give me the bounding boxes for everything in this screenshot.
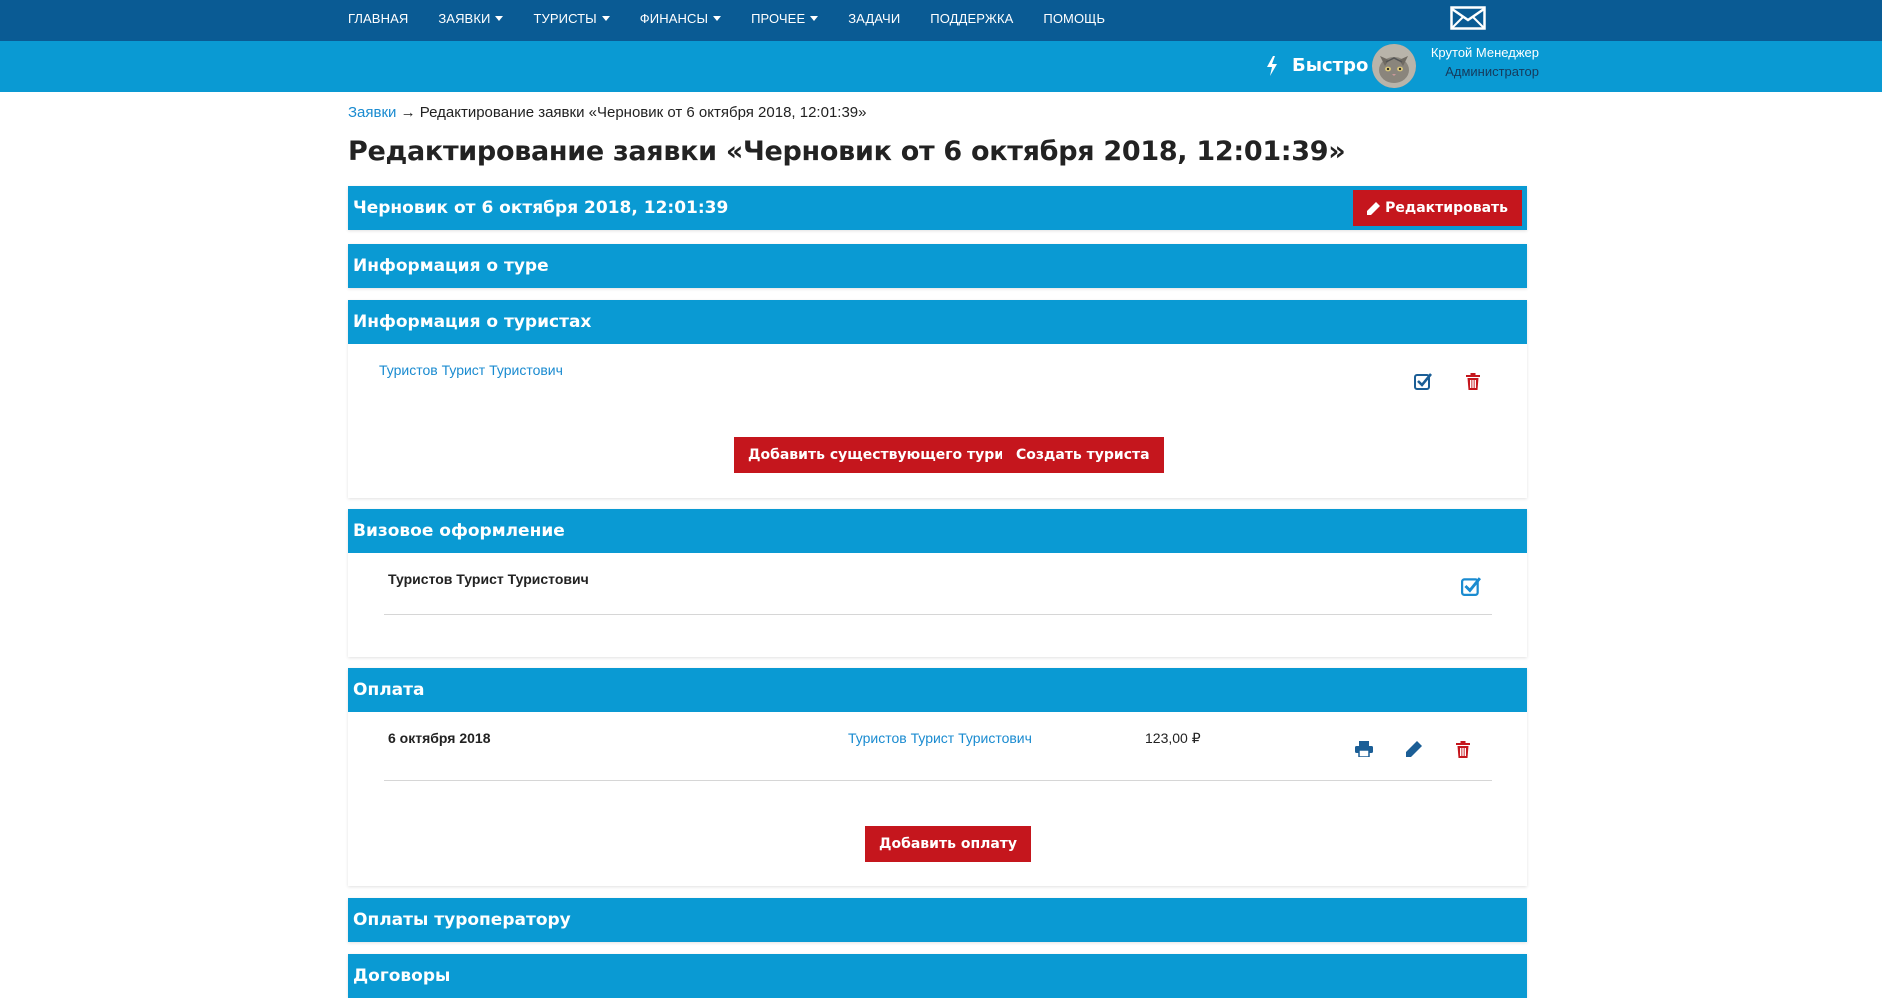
contracts-header[interactable]: Договоры [348, 954, 1527, 998]
avatar[interactable] [1372, 44, 1416, 88]
checkbox-edit-icon[interactable] [1412, 370, 1434, 392]
nav-item-label: Прочее [751, 10, 806, 26]
trash-icon[interactable] [1452, 738, 1474, 760]
nav-item-label: Заявки [438, 10, 491, 26]
user-name[interactable]: Крутой Менеджер [1431, 45, 1539, 60]
pencil-icon[interactable] [1403, 738, 1425, 760]
add-payment-button[interactable]: Добавить оплату [865, 826, 1032, 862]
payment-tourist-link[interactable]: Туристов Турист Туристович [848, 730, 1032, 746]
breadcrumb: Заявки → Редактирование заявки «Черновик… [348, 104, 866, 121]
nav-item-label: Задачи [848, 10, 901, 26]
nav-item-main[interactable]: Главная [348, 11, 408, 26]
trash-icon[interactable] [1462, 370, 1484, 392]
nav-item-label: Поддержка [930, 10, 1014, 26]
draft-panel-header: Черновик от 6 октября 2018, 12:01:39 Ред… [348, 186, 1527, 230]
top-navbar: Главная Заявки Туристы Финансы Прочее За… [0, 0, 1882, 41]
nav-item-requests[interactable]: Заявки [438, 10, 504, 26]
payment-date: 6 октября 2018 [388, 730, 491, 746]
operator-payments-title: Оплаты туроператору [353, 910, 571, 930]
draft-panel-title: Черновик от 6 октября 2018, 12:01:39 [353, 198, 729, 218]
tour-info-panel: Информация о туре [348, 244, 1527, 288]
operator-payments-header[interactable]: Оплаты туроператору [348, 898, 1527, 942]
quick-label: Быстро [1292, 55, 1369, 76]
operator-payments-panel: Оплаты туроператору [348, 898, 1527, 942]
payment-panel: Оплата 6 октября 2018 Туристов Турист Ту… [348, 668, 1527, 886]
create-tourist-button[interactable]: Создать туриста [1002, 437, 1164, 473]
pencil-icon [1367, 201, 1381, 215]
print-icon[interactable] [1353, 738, 1375, 760]
add-existing-tourist-button[interactable]: Добавить существующего туриста [734, 437, 1044, 473]
contracts-title: Договоры [353, 966, 451, 986]
nav-item-tourists[interactable]: Туристы [533, 10, 610, 26]
nav-item-label: Помощь [1043, 10, 1106, 26]
checkbox-edit-icon[interactable] [1460, 575, 1482, 597]
tourists-title: Информация о туристах [353, 312, 592, 332]
breadcrumb-current: Редактирование заявки «Черновик от 6 окт… [419, 104, 867, 121]
nav-item-finance[interactable]: Финансы [639, 10, 722, 26]
main-menu: Главная Заявки Туристы Финансы Прочее За… [348, 0, 1135, 36]
caret-down-icon [495, 15, 504, 21]
quick-button[interactable]: Быстро [1266, 55, 1368, 76]
nav-item-support[interactable]: Поддержка [930, 11, 1013, 26]
tour-info-header[interactable]: Информация о туре [348, 244, 1527, 288]
breadcrumb-link-requests[interactable]: Заявки [348, 104, 396, 121]
visa-header[interactable]: Визовое оформление [348, 509, 1527, 553]
nav-item-label: Туристы [533, 10, 597, 26]
tourist-link[interactable]: Туристов Турист Туристович [379, 362, 563, 378]
caret-down-icon [810, 15, 819, 21]
user-role: Администратор [1445, 64, 1539, 79]
edit-button-label: Редактировать [1385, 200, 1508, 216]
payment-header[interactable]: Оплата [348, 668, 1527, 712]
divider [384, 614, 1492, 615]
tourists-header[interactable]: Информация о туристах [348, 300, 1527, 344]
edit-button[interactable]: Редактировать [1353, 190, 1522, 226]
payment-title: Оплата [353, 680, 425, 700]
visa-title: Визовое оформление [353, 521, 565, 541]
caret-down-icon [713, 15, 722, 21]
tour-info-title: Информация о туре [353, 256, 549, 276]
visa-tourist-name: Туристов Турист Туристович [388, 571, 589, 587]
visa-panel: Визовое оформление Туристов Турист Турис… [348, 509, 1527, 657]
draft-panel: Черновик от 6 октября 2018, 12:01:39 Ред… [348, 186, 1527, 230]
nav-item-label: Главная [348, 10, 409, 26]
nav-item-help[interactable]: Помощь [1043, 11, 1105, 26]
nav-item-other[interactable]: Прочее [751, 10, 819, 26]
nav-item-label: Финансы [639, 10, 709, 26]
envelope-icon[interactable] [1450, 6, 1486, 30]
tourists-panel: Информация о туристах Туристов Турист Ту… [348, 300, 1527, 498]
divider [384, 780, 1492, 781]
payment-amount: 123,00 ₽ [1145, 730, 1201, 746]
nav-item-tasks[interactable]: Задачи [848, 11, 900, 26]
caret-down-icon [601, 15, 610, 21]
lightning-icon [1267, 55, 1277, 76]
breadcrumb-separator: → [400, 104, 416, 121]
page-title: Редактирование заявки «Черновик от 6 окт… [348, 136, 1346, 167]
user-bar: Быстро Крутой Менеджер Администратор [0, 41, 1882, 92]
contracts-panel: Договоры [348, 954, 1527, 998]
